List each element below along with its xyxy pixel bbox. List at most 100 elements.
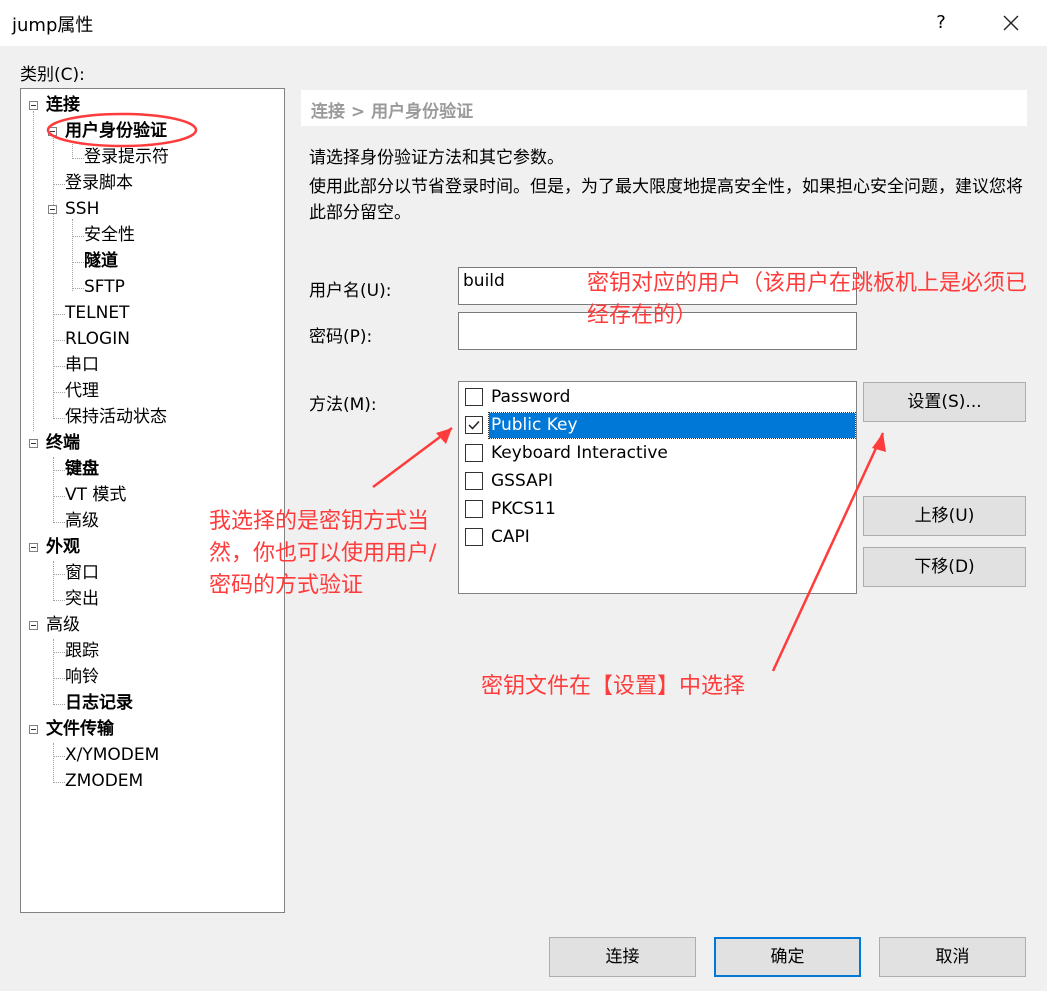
method-label-text: CAPI	[491, 527, 530, 547]
help-button[interactable]: ?	[926, 8, 956, 38]
tree-line	[53, 704, 65, 705]
tree-item-file-transfer[interactable]: 文件传输	[46, 717, 114, 741]
tree-line	[53, 600, 65, 601]
arrow-head	[872, 433, 886, 452]
tree-line	[53, 574, 65, 575]
tree-line	[72, 288, 84, 289]
collapse-icon[interactable]	[29, 543, 38, 552]
checkbox[interactable]	[465, 528, 483, 546]
tree-item-user-auth[interactable]: 用户身份验证	[65, 119, 167, 143]
method-label: 方法(M):	[309, 395, 377, 415]
category-label: 类别(C):	[20, 65, 85, 85]
connect-button[interactable]: 连接	[549, 937, 696, 977]
checkbox[interactable]	[465, 472, 483, 490]
tree-line	[72, 219, 73, 291]
annotation-method-note: 我选择的是密钥方式当然，你也可以使用用户/密码的方式验证	[209, 509, 437, 598]
breadcrumb-text: 连接 > 用户身份验证	[311, 102, 474, 122]
category-tree[interactable]: 连接 用户身份验证 登录提示符 登录脚本 SSH 安全性 隧道 SFTP TEL…	[20, 88, 285, 913]
checkbox[interactable]	[465, 500, 483, 518]
collapse-icon[interactable]	[29, 101, 38, 110]
tree-item-security[interactable]: 安全性	[84, 223, 135, 247]
username-label: 用户名(U):	[309, 281, 392, 301]
method-item-keyboard-interactive[interactable]: Keyboard Interactive	[463, 441, 855, 467]
tree-item-login-script[interactable]: 登录脚本	[65, 171, 133, 195]
tree-item-terminal[interactable]: 终端	[46, 431, 80, 455]
tree-item-telnet[interactable]: TELNET	[65, 301, 129, 325]
tree-item-advanced[interactable]: 高级	[46, 613, 80, 637]
tree-line	[53, 184, 65, 185]
checkbox-checked[interactable]	[465, 416, 483, 434]
tree-item-appearance[interactable]: 外观	[46, 535, 80, 559]
method-item-gssapi[interactable]: GSSAPI	[463, 469, 855, 495]
ok-button[interactable]: 确定	[714, 937, 861, 977]
collapse-icon[interactable]	[29, 725, 38, 734]
checkbox[interactable]	[465, 444, 483, 462]
method-item-pkcs11[interactable]: PKCS11	[463, 497, 855, 523]
tree-line	[53, 340, 65, 341]
move-up-button[interactable]: 上移(U)	[863, 496, 1026, 536]
tree-line	[53, 131, 54, 417]
tree-item-zmodem[interactable]: ZMODEM	[65, 769, 143, 793]
method-label-text: GSSAPI	[491, 471, 553, 491]
method-list[interactable]: Password Public Key Keyboard Interactive…	[458, 381, 857, 594]
tree-item-rlogin[interactable]: RLOGIN	[65, 327, 130, 351]
close-button[interactable]	[994, 8, 1028, 38]
breadcrumb: 连接 > 用户身份验证	[301, 90, 1027, 126]
method-item-password[interactable]: Password	[463, 385, 855, 411]
tree-line	[53, 392, 65, 393]
tree-item-highlight[interactable]: 突出	[65, 587, 99, 611]
checkbox[interactable]	[465, 388, 483, 406]
tree-item-vt-mode[interactable]: VT 模式	[65, 483, 126, 507]
method-item-capi[interactable]: CAPI	[463, 525, 855, 551]
collapse-icon[interactable]	[48, 205, 57, 214]
password-label: 密码(P):	[309, 327, 373, 347]
method-label-text: Keyboard Interactive	[491, 443, 668, 463]
method-label-text: Public Key	[488, 412, 856, 439]
tree-line	[53, 756, 65, 757]
tree-line	[53, 366, 65, 367]
tree-line	[53, 418, 65, 419]
tree-line	[72, 141, 73, 157]
method-label-text: Password	[491, 387, 571, 407]
tree-item-connection[interactable]: 连接	[46, 93, 80, 117]
tree-item-xymodem[interactable]: X/YMODEM	[65, 743, 159, 767]
close-icon	[1003, 15, 1019, 31]
tree-item-terminal-advanced[interactable]: 高级	[65, 509, 99, 533]
tree-line	[53, 314, 65, 315]
move-down-button[interactable]: 下移(D)	[863, 547, 1026, 587]
tree-item-keepalive[interactable]: 保持活动状态	[65, 405, 167, 429]
tree-line	[53, 522, 65, 523]
tree-line	[53, 743, 54, 781]
tree-line	[53, 678, 65, 679]
tree-item-keyboard[interactable]: 键盘	[65, 457, 99, 481]
cancel-button[interactable]: 取消	[879, 937, 1026, 977]
collapse-icon[interactable]	[29, 439, 38, 448]
collapse-icon[interactable]	[29, 621, 38, 630]
settings-button[interactable]: 设置(S)...	[863, 382, 1026, 422]
tree-line	[53, 561, 54, 599]
tree-item-proxy[interactable]: 代理	[65, 379, 99, 403]
window-title: jump属性	[12, 15, 94, 36]
arrow-head	[436, 428, 452, 444]
checkmark-icon	[468, 420, 480, 430]
collapse-icon[interactable]	[48, 127, 57, 136]
tree-line	[53, 457, 54, 521]
tree-line	[33, 111, 34, 431]
tree-line	[72, 262, 84, 263]
title-bar: jump属性 ?	[0, 0, 1047, 46]
tree-item-tunnel[interactable]: 隧道	[84, 249, 118, 273]
tree-item-logging[interactable]: 日志记录	[65, 691, 133, 715]
tree-item-bell[interactable]: 响铃	[65, 665, 99, 689]
annotation-user-note: 密钥对应的用户（该用户在跳板机上是必须已经存在的）	[587, 271, 1028, 328]
tree-item-serial[interactable]: 串口	[65, 353, 99, 377]
tree-item-window[interactable]: 窗口	[65, 561, 99, 585]
tree-item-ssh[interactable]: SSH	[65, 197, 99, 221]
tree-item-sftp[interactable]: SFTP	[84, 275, 125, 299]
tree-item-login-prompt[interactable]: 登录提示符	[84, 145, 169, 169]
tree-item-trace[interactable]: 跟踪	[65, 639, 99, 663]
tree-line	[53, 782, 65, 783]
tree-line	[53, 652, 65, 653]
method-item-public-key[interactable]: Public Key	[463, 412, 856, 439]
arrow-to-public-key	[372, 426, 453, 489]
method-label-text: PKCS11	[491, 499, 556, 519]
